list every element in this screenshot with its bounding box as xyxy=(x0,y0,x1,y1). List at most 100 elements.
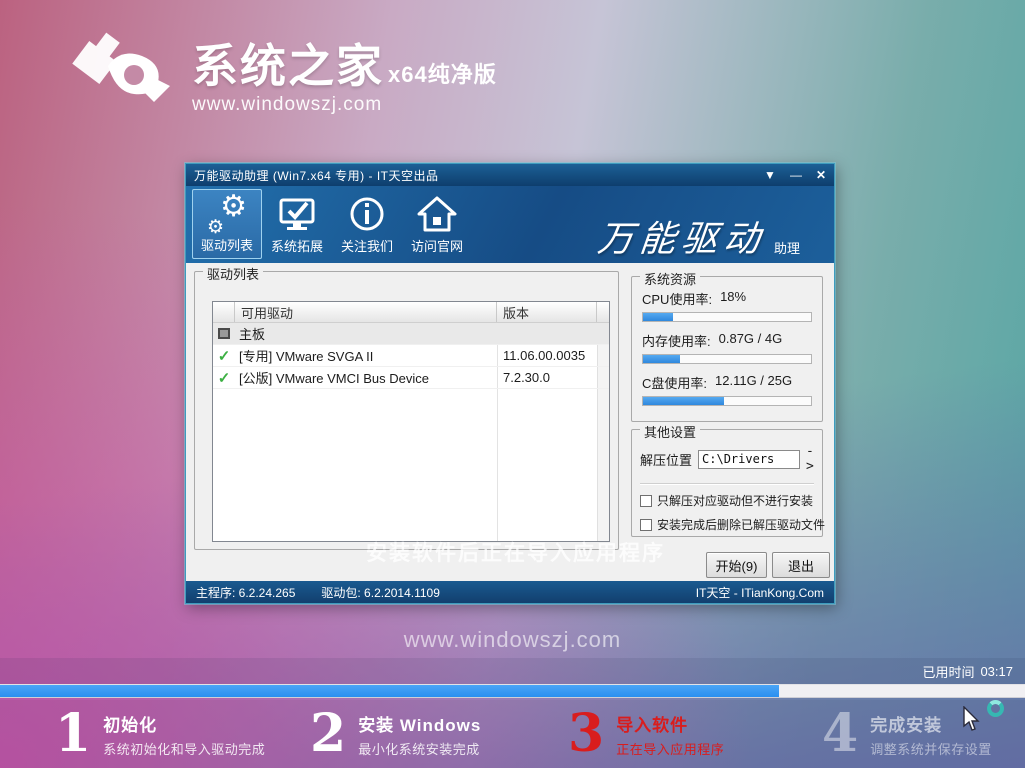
elapsed-time-value: 03:17 xyxy=(980,664,1013,679)
start-button[interactable]: 开始(9) xyxy=(706,552,767,578)
window-content: 驱动列表 可用驱动 版本 主板 xyxy=(186,263,834,582)
step-initialize: 1 初始化 系统初始化和导入驱动完成 xyxy=(55,706,265,762)
driver-name: 主板 xyxy=(235,324,497,343)
header-name-column[interactable]: 可用驱动 xyxy=(235,302,497,322)
window-title: 万能驱动助理 (Win7.x64 专用) - IT天空出品 xyxy=(194,167,764,184)
app-brand: 万能驱动 助理 xyxy=(598,210,800,262)
extract-location-label: 解压位置 xyxy=(640,450,692,469)
vendor-text: IT天空 - ITianKong.Com xyxy=(696,584,824,601)
toolbar-label: 关注我们 xyxy=(341,236,393,255)
mouse-cursor xyxy=(962,700,1006,740)
toolbar-label: 系统拓展 xyxy=(271,236,323,255)
memory-usage-label: 内存使用率: xyxy=(642,331,711,350)
step-desc: 正在导入应用程序 xyxy=(616,739,724,758)
toolbar-driver-list-button[interactable]: ⚙ ⚙ 驱动列表 xyxy=(192,189,262,259)
checkbox-icon[interactable] xyxy=(640,519,652,531)
install-steps-bar: 1 初始化 系统初始化和导入驱动完成 2 安装 Windows 最小化系统安装完… xyxy=(0,700,1025,768)
close-icon[interactable]: ✕ xyxy=(816,164,826,186)
driver-version: 11.06.00.0035 xyxy=(497,348,597,363)
gears-icon: ⚙ ⚙ xyxy=(205,191,249,235)
window-statusbar: 主程序: 6.2.24.265 驱动包: 6.2.2014.1109 IT天空 … xyxy=(186,581,834,603)
checkbox-label: 安装完成后删除已解压驱动文件 xyxy=(657,516,825,533)
checkbox-icon[interactable] xyxy=(640,495,652,507)
cpu-usage-value: 18% xyxy=(720,289,746,308)
other-settings-title: 其他设置 xyxy=(640,422,700,441)
step-number: 4 xyxy=(822,706,858,762)
checkbox-label: 只解压对应驱动但不进行安装 xyxy=(657,492,813,509)
header-version-column[interactable]: 版本 xyxy=(497,302,597,322)
step-number: 1 xyxy=(55,706,91,762)
cpu-usage-label: CPU使用率: xyxy=(642,289,712,308)
elapsed-time-label: 已用时间 xyxy=(922,662,974,681)
browse-arrow-button[interactable]: -> xyxy=(806,444,814,474)
toolbar-system-extend-button[interactable]: 系统拓展 xyxy=(262,189,332,259)
main-program-version: 主程序: 6.2.24.265 xyxy=(196,584,295,601)
arrow-cursor-icon xyxy=(962,706,980,732)
memory-usage-meter xyxy=(642,354,812,364)
toolbar-about-us-button[interactable]: 关注我们 xyxy=(332,189,402,259)
step-install-windows: 2 安装 Windows 最小化系统安装完成 xyxy=(310,706,481,762)
table-row-category[interactable]: 主板 xyxy=(213,323,609,345)
driver-table-header[interactable]: 可用驱动 版本 xyxy=(213,302,609,323)
checkbox-delete-after-install[interactable]: 安装完成后删除已解压驱动文件 xyxy=(640,516,814,533)
system-resources-group: 系统资源 CPU使用率: 18% 内存使用率: 0.87G / 4G xyxy=(631,276,823,422)
desktop-background: 系统之家 x64纯净版 www.windowszj.com 万能驱动助理 (Wi… xyxy=(0,0,1025,768)
elapsed-time-strip: 已用时间 03:17 xyxy=(0,658,1025,684)
info-circle-icon xyxy=(348,192,386,236)
monitor-check-icon xyxy=(277,192,317,236)
check-icon: ✓ xyxy=(213,369,235,387)
motherboard-icon xyxy=(218,328,230,339)
driver-table[interactable]: 可用驱动 版本 主板 ✓ [专用] VMware SVGA II xyxy=(212,301,610,542)
table-row[interactable]: ✓ [专用] VMware SVGA II 11.06.00.0035 xyxy=(213,345,609,367)
cdrive-usage: C盘使用率: 12.11G / 25G xyxy=(642,373,812,406)
driver-version: 7.2.30.0 xyxy=(497,370,597,385)
checkbox-extract-only[interactable]: 只解压对应驱动但不进行安装 xyxy=(640,492,814,509)
install-progress-fill xyxy=(0,685,779,697)
window-titlebar[interactable]: 万能驱动助理 (Win7.x64 专用) - IT天空出品 ▼ — ✕ xyxy=(186,164,834,186)
driver-name: [公版] VMware VMCI Bus Device xyxy=(235,368,497,387)
driver-assistant-window: 万能驱动助理 (Win7.x64 专用) - IT天空出品 ▼ — ✕ ⚙ ⚙ … xyxy=(185,163,835,604)
app-brand-sub: 助理 xyxy=(774,238,800,257)
cpu-usage-meter xyxy=(642,312,812,322)
cdrive-usage-meter xyxy=(642,396,812,406)
header-icon-column xyxy=(213,302,235,322)
step-title: 导入软件 xyxy=(616,711,724,736)
exit-button[interactable]: 退出 xyxy=(772,552,830,578)
cdrive-usage-label: C盘使用率: xyxy=(642,373,707,392)
home-icon xyxy=(417,192,457,236)
toolbar-visit-website-button[interactable]: 访问官网 xyxy=(402,189,472,259)
step-number: 2 xyxy=(310,706,346,762)
brand-url: www.windowszj.com xyxy=(192,94,497,116)
brand-edition: x64纯净版 xyxy=(388,57,497,89)
busy-spinner-icon xyxy=(987,700,1004,717)
step-desc: 最小化系统安装完成 xyxy=(358,739,481,758)
driver-pack-version: 驱动包: 6.2.2014.1109 xyxy=(321,584,440,601)
swap-arrows-icon xyxy=(58,30,178,102)
rollup-icon[interactable]: ▼ xyxy=(764,164,776,186)
window-toolbar: ⚙ ⚙ 驱动列表 系统拓展 xyxy=(186,186,834,263)
extract-path-input[interactable] xyxy=(698,450,800,469)
os-brand-logo: 系统之家 x64纯净版 www.windowszj.com xyxy=(58,30,497,116)
step-desc: 系统初始化和导入驱动完成 xyxy=(103,739,265,758)
toolbar-label: 访问官网 xyxy=(411,236,463,255)
memory-usage-value: 0.87G / 4G xyxy=(719,331,783,350)
memory-usage: 内存使用率: 0.87G / 4G xyxy=(642,331,812,364)
other-settings-group: 其他设置 解压位置 -> 只解压对应驱动但不进行安装 安装完成后删除已解压驱动文… xyxy=(631,429,823,537)
app-brand-main: 万能驱动 xyxy=(595,210,768,262)
table-row[interactable]: ✓ [公版] VMware VMCI Bus Device 7.2.30.0 xyxy=(213,367,609,389)
settings-divider xyxy=(640,483,814,485)
driver-name: [专用] VMware SVGA II xyxy=(235,346,497,365)
cpu-usage: CPU使用率: 18% xyxy=(642,289,812,322)
step-desc: 调整系统并保存设置 xyxy=(870,739,992,758)
driver-list-group: 驱动列表 可用驱动 版本 主板 xyxy=(194,271,619,550)
check-icon: ✓ xyxy=(213,347,235,365)
step-import-software: 3 导入软件 正在导入应用程序 xyxy=(568,706,724,762)
step-title: 安装 Windows xyxy=(358,711,481,736)
step-title: 初始化 xyxy=(103,711,265,736)
system-resources-title: 系统资源 xyxy=(640,269,700,288)
install-progress-bar xyxy=(0,684,1025,698)
driver-list-group-title: 驱动列表 xyxy=(203,264,263,283)
cdrive-usage-value: 12.11G / 25G xyxy=(715,373,792,392)
minimize-icon[interactable]: — xyxy=(790,164,802,186)
brand-title: 系统之家 xyxy=(192,30,384,96)
